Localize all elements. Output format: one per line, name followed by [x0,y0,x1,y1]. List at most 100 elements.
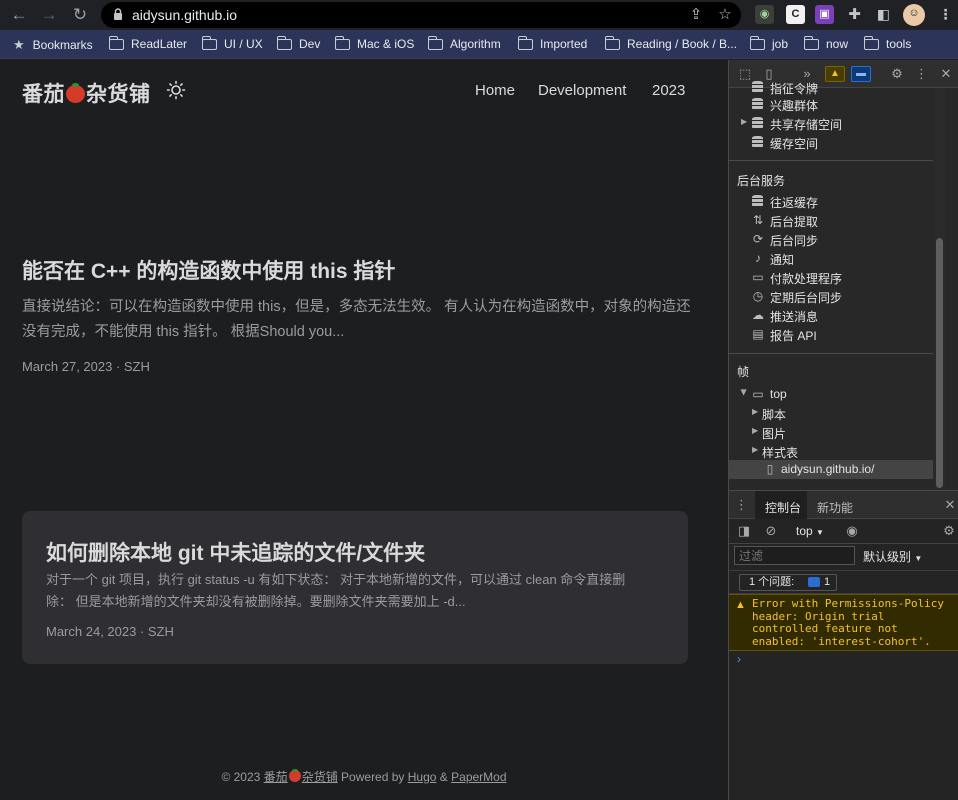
tree-item[interactable]: ⟳ 后台同步 [729,230,933,249]
console-settings-gear-icon[interactable]: ⚙ [941,522,957,540]
post-summary: 直接说结论：可以在构造函数中使用 this，但是，多态无法生效。 有人认为在构造… [22,299,691,340]
database-icon [752,117,763,129]
tab-console-label[interactable]: 控制台 [765,499,801,516]
tree-item[interactable]: ⇅ 后台提取 [729,211,933,230]
live-expression-eye-icon[interactable]: ◉ [843,522,861,540]
console-warning-message[interactable]: ▲ Error with Permissions-Policy header: … [729,594,958,651]
bookmark-folder[interactable]: tools [863,35,911,51]
tree-item[interactable]: ☁ 推送消息 [729,306,933,325]
folder-icon [334,35,350,50]
console-toolbar: ◨ ⊘ top ▼ ◉ ⚙ [729,519,958,544]
console-tab-bar: ⋮ 控制台 新功能 ✕ [729,491,958,519]
expand-arrow-icon[interactable]: ▶ [741,117,747,126]
warning-triangle-icon: ▲ [735,599,746,611]
bookmarks-bar: ★ Bookmarks ReadLater UI / UX Dev Mac & i… [0,30,958,59]
nav-2023[interactable]: 2023 [652,82,685,99]
browser-toolbar: ← → ↻ aidysun.github.io ⇪ ☆ ◉ C ▣ ✚ ◧ ☺ … [0,0,958,30]
divider [729,353,933,354]
tree-item[interactable]: ◷ 定期后台同步 [729,287,933,306]
url-text[interactable]: aidysun.github.io [132,7,237,23]
scrollbar[interactable] [933,88,945,490]
expand-arrow-icon[interactable]: ▶ [752,426,758,435]
console-prompt[interactable]: › [737,652,741,666]
tree-item[interactable]: 兴趣群体 [729,95,933,114]
folder-icon [201,35,217,50]
post-meta: March 24, 2023 · SZH [46,624,174,639]
folder-icon [517,35,533,50]
share-icon[interactable]: ⇪ [687,6,705,24]
tree-item[interactable]: ▤ 报告 API [729,325,933,344]
tree-item[interactable]: ▶ 脚本 [729,404,933,423]
site-logo[interactable]: 番茄 杂货铺 [22,78,151,108]
fetch-arrows-icon: ⇅ [752,213,764,227]
bookmark-star-icon[interactable]: ☆ [716,6,734,24]
folder-icon [803,35,819,50]
extension-onenote-icon[interactable]: ▣ [815,5,834,24]
issues-row: 1 个问题: 1 [729,570,958,594]
post-entry-card[interactable]: 如何删除本地 git 中未追踪的文件/文件夹 对于一个 git 项目，执行 gi… [22,511,688,664]
bookmark-folder[interactable]: Mac & iOS [334,35,414,51]
sun-icon[interactable] [166,80,186,100]
tree-item[interactable]: 往返缓存 [729,192,933,211]
tree-item[interactable]: ▶ 样式表 [729,442,933,461]
bookmark-folder[interactable]: Dev [276,35,320,51]
address-bar[interactable]: aidysun.github.io ⇪ ☆ [101,2,741,28]
post-title[interactable]: 能否在 C++ 的构造函数中使用 this 指针 [22,255,395,285]
context-selector[interactable]: top ▼ [796,524,824,538]
cloud-icon: ☁ [752,308,764,322]
tree-item[interactable]: 缓存空间 [729,133,933,152]
folder-icon [427,35,443,50]
bookmark-folder[interactable]: ReadLater [108,35,187,51]
nav-development[interactable]: Development [538,82,626,99]
filter-input[interactable] [734,546,855,565]
nav-home[interactable]: Home [475,82,515,99]
tomato-icon [66,83,85,103]
chrome-menu-icon[interactable]: ⋮ [936,5,955,24]
forward-arrow-icon[interactable]: → [37,3,61,27]
extension-glasses-icon[interactable]: ◉ [755,5,774,24]
tree-item[interactable]: ♪ 通知 [729,249,933,268]
reload-icon[interactable]: ↻ [68,3,92,27]
tree-item[interactable]: ▶ ▭ top [729,385,933,404]
extension-c-icon[interactable]: C [786,5,805,24]
tree-item-selected[interactable]: ▯ aidysun.github.io/ [729,460,933,479]
back-arrow-icon[interactable]: ← [7,3,31,27]
bookmark-folder[interactable]: UI / UX [201,35,263,51]
profile-avatar[interactable]: ☺ [903,4,925,26]
collapse-arrow-icon[interactable]: ▶ [740,389,749,395]
dropdown-arrow-icon: ▼ [914,554,923,563]
folder-icon [604,35,620,50]
bookmark-item[interactable]: ★ Bookmarks [13,37,93,53]
folder-icon [749,35,765,50]
hugo-link[interactable]: Hugo [408,770,437,784]
log-level-select[interactable]: 默认级别 ▼ [863,548,922,565]
bookmark-folder[interactable]: Algorithm [427,35,501,51]
post-title[interactable]: 如何删除本地 git 中未追踪的文件/文件夹 [46,537,425,567]
tab-whats-new[interactable]: 新功能 [817,499,853,516]
clear-console-icon[interactable]: ⊘ [763,522,779,540]
bookmark-folder[interactable]: job [749,35,788,51]
close-icon[interactable]: ✕ [939,65,953,83]
expand-arrow-icon[interactable]: ▶ [752,445,758,454]
drawer-menu-icon[interactable]: ⋮ [735,496,748,514]
star-icon: ★ [13,37,25,52]
scrollbar-thumb[interactable] [936,238,943,488]
bookmark-folder[interactable]: Reading / Book / B... [604,35,737,51]
database-icon [752,136,763,148]
page-content: 番茄 杂货铺 Home Development 2023 能否在 C++ 的构造函… [0,60,728,800]
papermod-link[interactable]: PaperMod [451,770,506,784]
tree-item[interactable]: ▶ 共享存储空间 [729,114,933,133]
tree-item[interactable]: ▶ 图片 [729,423,933,442]
bookmark-folder[interactable]: Imported [517,35,587,51]
document-icon: ▤ [752,327,764,341]
tree-item[interactable]: ▭ 付款处理程序 [729,268,933,287]
footer-site-link[interactable]: 番茄 杂货铺 [264,769,338,784]
issues-button[interactable]: 1 个问题: 1 [739,574,837,591]
message-issue-icon [808,577,820,587]
bookmark-folder[interactable]: now [803,35,848,51]
sidebar-toggle-icon[interactable]: ◨ [736,522,752,540]
close-drawer-icon[interactable]: ✕ [943,496,957,514]
expand-arrow-icon[interactable]: ▶ [752,407,758,416]
extensions-puzzle-icon[interactable]: ✚ [845,5,864,24]
side-panel-icon[interactable]: ◧ [874,5,893,24]
